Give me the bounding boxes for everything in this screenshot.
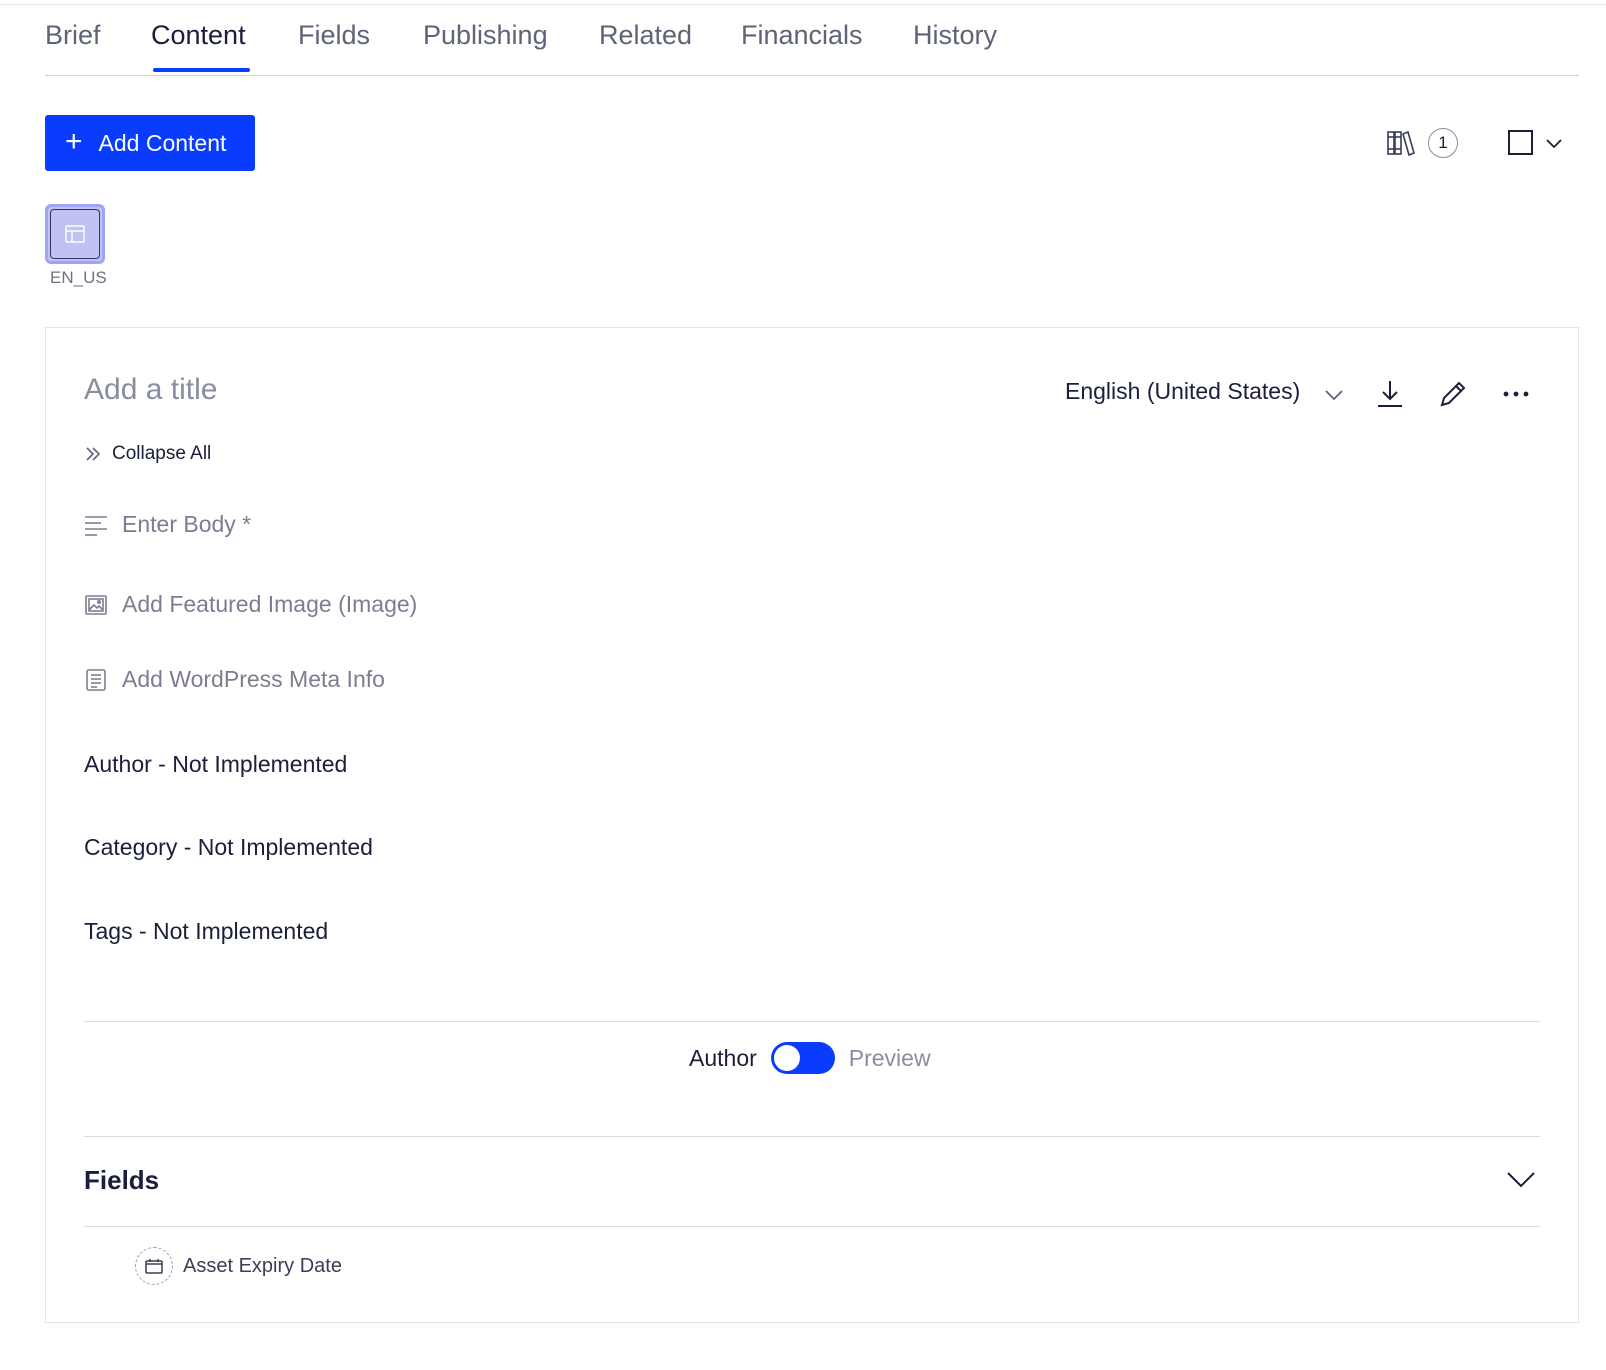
collapse-all-button[interactable]: Collapse All [84,443,211,465]
tab-fields[interactable]: Fields [298,20,370,51]
tab-financials[interactable]: Financials [741,20,863,51]
chevron-down-icon[interactable] [1323,383,1345,405]
calendar-icon [135,1247,173,1285]
language-select[interactable]: English (United States) [1065,378,1300,405]
text-lines-icon [85,515,107,536]
asset-expiry-date-label: Asset Expiry Date [183,1254,342,1277]
double-chevron-right-icon [86,447,101,461]
body-placeholder: Enter Body * [122,511,252,537]
toggle-knob [773,1045,800,1071]
image-icon [85,594,107,615]
author-preview-toggle-group: Author Preview [689,1042,931,1074]
collapse-all-label: Collapse All [112,443,212,464]
featured-image-field[interactable]: Add Featured Image (Image) [84,591,417,618]
body-input[interactable]: Enter Body * [84,511,251,538]
active-tab-indicator [153,68,250,72]
author-preview-toggle[interactable] [770,1042,835,1074]
tab-publishing[interactable]: Publishing [423,20,548,51]
chevron-down-icon[interactable] [1544,133,1564,153]
divider [84,1226,1540,1227]
add-content-label: Add Content [98,129,227,156]
title-input[interactable]: Add a title [84,373,217,407]
tab-history[interactable]: History [913,20,997,51]
author-row: Author - Not Implemented [84,751,348,777]
divider [84,1136,1540,1137]
layout-icon [65,225,85,243]
meta-info-label: Add WordPress Meta Info [122,666,385,692]
category-row: Category - Not Implemented [84,834,373,860]
preview-mode-label: Preview [848,1044,931,1071]
library-count-badge[interactable]: 1 [1428,128,1458,158]
download-icon[interactable] [1374,378,1406,410]
locale-label: EN_US [50,268,107,287]
author-mode-label: Author [689,1044,757,1071]
content-panel [45,327,1579,1323]
meta-info-field[interactable]: Add WordPress Meta Info [84,666,385,693]
edit-pencil-icon[interactable] [1437,378,1469,410]
tab-bar: Brief Content Fields Publishing Related … [45,0,1579,76]
square-view-icon[interactable] [1508,130,1533,155]
locale-tile[interactable] [45,204,105,264]
featured-image-label: Add Featured Image (Image) [122,591,418,617]
divider [84,1021,1540,1022]
add-content-button[interactable]: + Add Content [45,115,255,171]
document-icon [86,668,106,691]
tab-brief[interactable]: Brief [45,20,101,51]
tab-content[interactable]: Content [151,20,246,51]
fields-section-heading: Fields [84,1165,160,1195]
asset-expiry-date-field[interactable]: Asset Expiry Date [135,1247,342,1285]
tab-related[interactable]: Related [599,20,692,51]
locale-tile-frame [50,209,100,259]
library-books-icon[interactable] [1386,128,1416,158]
plus-icon: + [65,124,83,158]
chevron-down-icon[interactable] [1505,1168,1537,1192]
tags-row: Tags - Not Implemented [84,918,329,944]
more-options-icon[interactable] [1500,378,1532,410]
